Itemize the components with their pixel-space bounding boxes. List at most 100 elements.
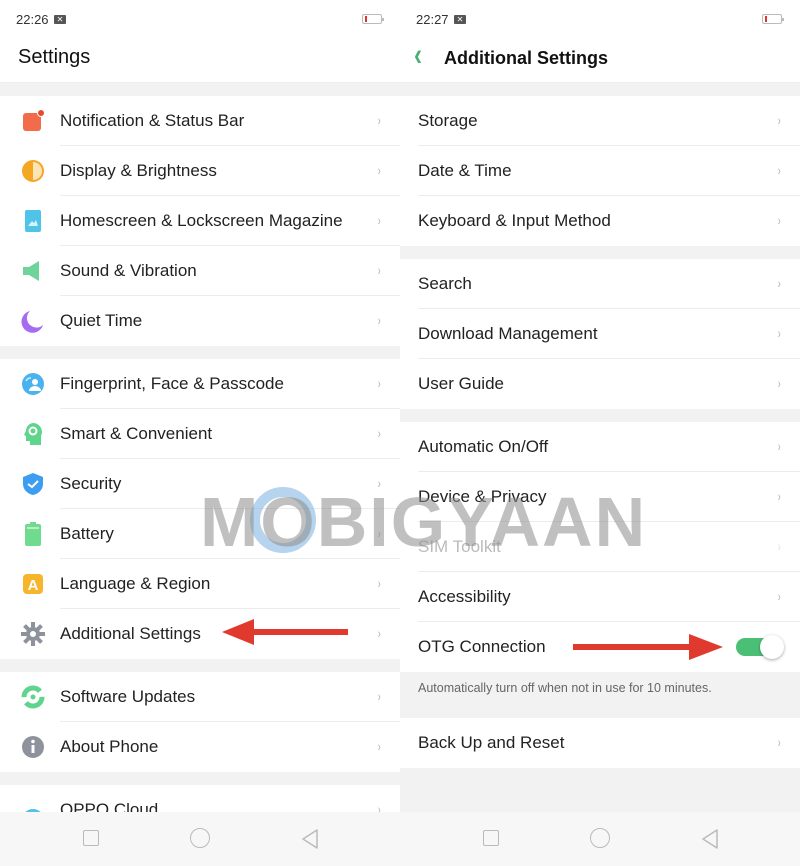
section-divider [0, 83, 400, 96]
home-button[interactable] [190, 828, 210, 848]
display-icon [21, 159, 45, 183]
settings-item-security[interactable]: Security › [0, 459, 400, 509]
settings-item-label: User Guide [418, 374, 504, 393]
settings-item-homescreen-lockscreen-magazine[interactable]: Homescreen & Lockscreen Magazine › [0, 196, 400, 246]
back-nav-button[interactable] [300, 828, 320, 850]
settings-group: Software Updates › About Phone › [0, 672, 400, 772]
chevron-right-icon: › [778, 162, 782, 178]
settings-item-label: Smart & Convenient [60, 424, 213, 443]
settings-group: Notification & Status Bar › Display & Brig… [0, 96, 400, 346]
chevron-right-icon: › [778, 375, 782, 391]
settings-item-label: Search [418, 274, 472, 293]
x-notification-icon: ✕ [54, 15, 66, 24]
settings-item-display-brightness[interactable]: Display & Brightness › [0, 146, 400, 196]
chevron-right-icon: › [778, 538, 782, 554]
recent-apps-button[interactable] [83, 830, 99, 846]
section-divider [400, 83, 800, 96]
settings-item-download-management[interactable]: Download Management › [400, 309, 800, 359]
chevron-right-icon: › [378, 738, 382, 754]
chevron-right-icon: › [778, 275, 782, 291]
chevron-right-icon: › [378, 375, 382, 391]
battery-low-icon [362, 14, 384, 24]
settings-item-label: Back Up and Reset [418, 733, 565, 752]
settings-item-label: About Phone [60, 737, 159, 756]
status-bar: 22:27 ✕ [400, 0, 800, 38]
settings-item-storage[interactable]: Storage › [400, 96, 800, 146]
settings-item-label: Automatic On/Off [418, 437, 549, 456]
settings-item-quiet-time[interactable]: Quiet Time › [0, 296, 400, 346]
settings-group: Fingerprint, Face & Passcode › Smart & Con… [0, 359, 400, 659]
status-time: 22:26 [16, 12, 49, 27]
fingerprint-icon [21, 372, 45, 396]
chevron-right-icon: › [378, 425, 382, 441]
settings-item-language-region[interactable]: A Language & Region › [0, 559, 400, 609]
settings-item-label: Display & Brightness [60, 161, 217, 180]
settings-item-accessibility[interactable]: Accessibility › [400, 572, 800, 622]
settings-group: Search › Download Management › User Guide › [400, 259, 800, 409]
settings-item-label: SIM Toolkit [418, 537, 501, 556]
toggle-knob [760, 635, 784, 659]
settings-item-label: Software Updates [60, 687, 196, 706]
update-icon [21, 685, 45, 709]
settings-item-notification-status-bar[interactable]: Notification & Status Bar › [0, 96, 400, 146]
chevron-right-icon: › [378, 262, 382, 278]
status-time: 22:27 [416, 12, 449, 27]
gear-icon [21, 622, 45, 646]
additional-settings-screen: 22:27 ✕ ‹ Additional Settings Storage › Da… [400, 0, 800, 866]
section-divider [400, 409, 800, 422]
settings-item-sim-toolkit: SIM Toolkit › [400, 522, 800, 572]
home-button[interactable] [590, 828, 610, 848]
settings-item-fingerprint-face-passcode[interactable]: Fingerprint, Face & Passcode › [0, 359, 400, 409]
nav-bar [0, 812, 400, 866]
settings-item-date-time[interactable]: Date & Time › [400, 146, 800, 196]
settings-group: Back Up and Reset › [400, 718, 800, 768]
settings-item-label: Security [60, 474, 122, 493]
section-divider [0, 659, 400, 672]
settings-item-label: Fingerprint, Face & Passcode [60, 374, 284, 393]
settings-item-keyboard-input-method[interactable]: Keyboard & Input Method › [400, 196, 800, 246]
settings-item-label: Homescreen & Lockscreen Magazine [60, 211, 343, 230]
title-bar: ‹ Additional Settings [400, 38, 800, 83]
settings-item-automatic-on-off[interactable]: Automatic On/Off › [400, 422, 800, 472]
settings-item-software-updates[interactable]: Software Updates › [0, 672, 400, 722]
page-title: Additional Settings [444, 48, 608, 68]
nav-bar [400, 812, 800, 866]
settings-item-about-phone[interactable]: About Phone › [0, 722, 400, 772]
settings-item-label: Date & Time [418, 161, 512, 180]
settings-item-label: Download Management [418, 324, 598, 343]
back-chevron-icon[interactable]: ‹ [414, 38, 422, 74]
language-icon: A [21, 572, 45, 596]
settings-item-user-guide[interactable]: User Guide › [400, 359, 800, 409]
chevron-right-icon: › [378, 575, 382, 591]
sound-icon [21, 259, 45, 283]
status-bar: 22:26 ✕ [0, 0, 400, 38]
homescreen-icon [21, 209, 45, 233]
shield-icon [21, 472, 45, 496]
chevron-right-icon: › [378, 475, 382, 491]
section-divider [0, 772, 400, 785]
otg-toggle-switch[interactable] [736, 635, 784, 659]
chevron-right-icon: › [778, 734, 782, 750]
settings-group: Storage › Date & Time › Keyboard & Input Met… [400, 96, 800, 246]
section-divider [400, 246, 800, 259]
settings-item-label: Battery [60, 524, 114, 543]
settings-item-label: Accessibility [418, 587, 511, 606]
settings-item-device-privacy[interactable]: Device & Privacy › [400, 472, 800, 522]
annotation-arrow-right [573, 634, 723, 660]
back-nav-button[interactable] [700, 828, 720, 850]
settings-item-label: Notification & Status Bar [60, 111, 245, 130]
settings-item-label: Language & Region [60, 574, 211, 593]
section-divider [0, 346, 400, 359]
settings-item-search[interactable]: Search › [400, 259, 800, 309]
chevron-right-icon: › [378, 525, 382, 541]
recent-apps-button[interactable] [483, 830, 499, 846]
settings-item-sound-vibration[interactable]: Sound & Vibration › [0, 246, 400, 296]
otg-description: Automatically turn off when not in use f… [400, 672, 800, 718]
settings-item-back-up-and-reset[interactable]: Back Up and Reset › [400, 718, 800, 768]
chevron-right-icon: › [778, 588, 782, 604]
settings-item-smart-convenient[interactable]: Smart & Convenient › [0, 409, 400, 459]
settings-item-battery[interactable]: Battery › [0, 509, 400, 559]
annotation-arrow-left [222, 619, 348, 645]
info-icon [21, 735, 45, 759]
chevron-right-icon: › [378, 625, 382, 641]
